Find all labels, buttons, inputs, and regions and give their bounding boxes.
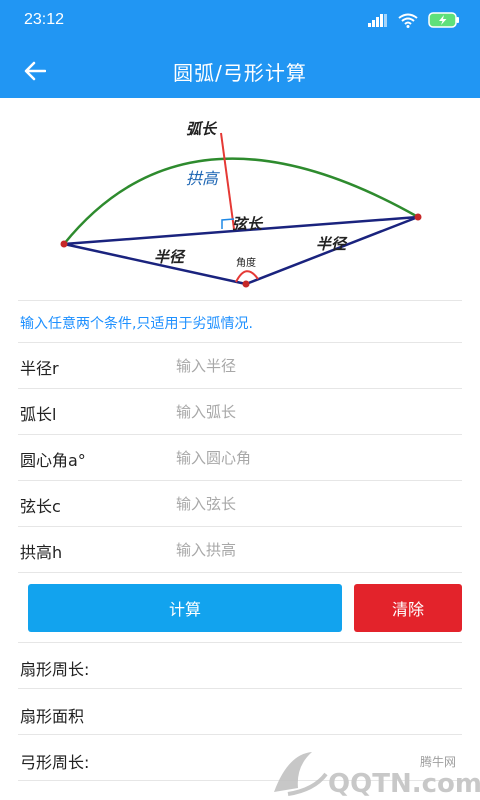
watermark-site: 腾牛网 (420, 754, 456, 769)
signal-icon (368, 14, 387, 27)
chord-label: 弦长c (20, 497, 61, 516)
label-angle: 角度 (236, 256, 256, 269)
radius-label: 半径r (20, 359, 59, 378)
app-bar: 23:12 圆弧/弓形计算 (0, 0, 480, 98)
result-sector-perimeter: 扇形周长: (20, 660, 90, 679)
arc-length-label: 弧长l (20, 405, 57, 424)
divider (18, 688, 462, 689)
arch-height-input[interactable] (176, 535, 446, 565)
endpoint-right (414, 213, 422, 221)
watermark-logo: 腾牛网 QQTN.com (274, 752, 480, 799)
center-point (242, 280, 250, 288)
divider (18, 734, 462, 735)
input-row-radius: 半径r (0, 343, 480, 389)
arch-height-label: 拱高h (20, 543, 63, 562)
radius-input[interactable] (176, 351, 446, 381)
central-angle-input[interactable] (176, 443, 446, 473)
battery-charging-icon (428, 12, 459, 28)
divider (18, 572, 462, 573)
arc-diagram: 弧长 拱高 弦长 半径 半径 角度 (60, 120, 422, 288)
watermark-swoosh-icon (274, 752, 312, 792)
wifi-icon (398, 13, 418, 28)
input-row-arc-length: 弧长l (0, 389, 480, 435)
input-row-arch-height: 拱高h (0, 527, 480, 573)
chord-input[interactable] (176, 489, 446, 519)
calculate-button[interactable]: 计算 (28, 584, 342, 632)
label-arch-height: 拱高 (186, 169, 220, 188)
label-radius-right: 半径 (316, 235, 348, 253)
input-row-central-angle: 圆心角a° (0, 435, 480, 481)
hint-text: 输入任意两个条件,只适用于劣弧情况. (20, 316, 253, 332)
endpoint-left (60, 240, 68, 248)
watermark-logo-text: QQTN.com (328, 769, 480, 799)
result-segment-perimeter: 弓形周长: (20, 753, 90, 772)
label-arc-length: 弧长 (186, 120, 218, 138)
input-row-chord: 弦长c (0, 481, 480, 527)
result-sector-area: 扇形面积 (20, 707, 85, 726)
label-radius-left: 半径 (154, 248, 186, 266)
status-bar: 23:12 (0, 0, 480, 44)
central-angle-label: 圆心角a° (20, 451, 86, 470)
toolbar: 圆弧/弓形计算 (0, 44, 480, 98)
divider (18, 642, 462, 643)
status-time: 23:12 (24, 11, 65, 28)
page-title: 圆弧/弓形计算 (173, 61, 307, 85)
status-icons (368, 12, 460, 28)
clear-button[interactable]: 清除 (354, 584, 462, 632)
divider (18, 300, 462, 301)
arc-length-input[interactable] (176, 397, 446, 427)
label-chord: 弦长 (232, 215, 264, 233)
